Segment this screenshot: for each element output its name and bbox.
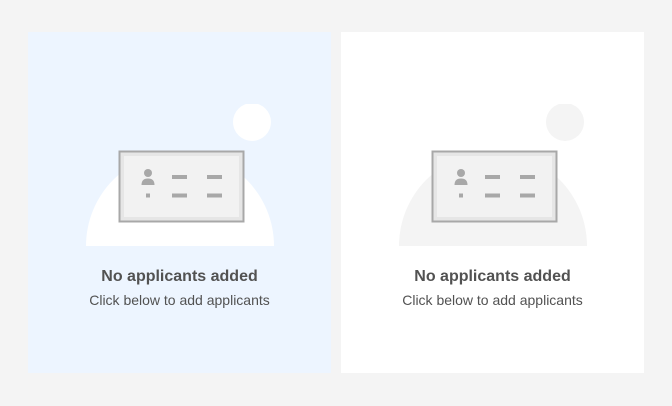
empty-state-subtitle: Click below to add applicants — [89, 292, 270, 308]
empty-applicant-card-illustration — [80, 104, 280, 246]
empty-applicant-card-illustration — [393, 104, 593, 246]
empty-state-subtitle: Click below to add applicants — [402, 292, 583, 308]
empty-state-card[interactable]: No applicants added Click below to add a… — [341, 32, 644, 373]
empty-state-title: No applicants added — [414, 268, 571, 285]
empty-state-title: No applicants added — [101, 268, 258, 285]
empty-state-card-selected[interactable]: No applicants added Click below to add a… — [28, 32, 331, 373]
